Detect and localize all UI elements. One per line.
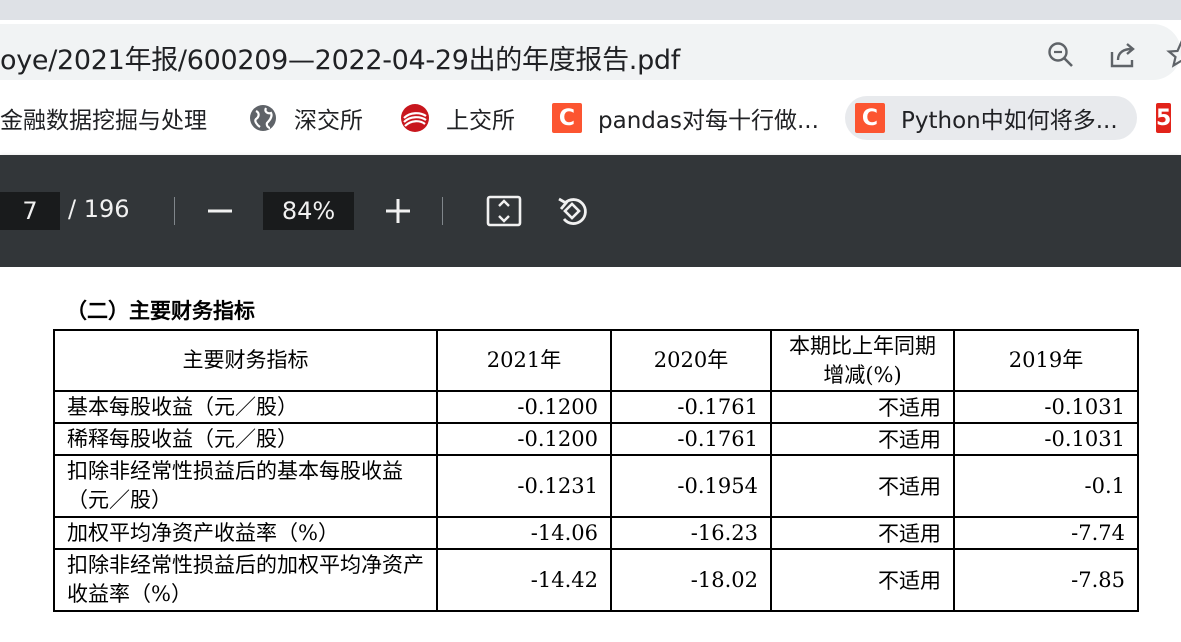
toolbar-divider [442, 197, 443, 225]
cell-2019: -0.1031 [953, 390, 1139, 424]
bookmark-label: 上交所 [446, 108, 515, 134]
financial-indicators-table: 主要财务指标 2021年 2020年 本期比上年同期增减(%) 2019年 基本… [53, 329, 1139, 612]
column-header: 2019年 [953, 329, 1139, 392]
row-label: 加权平均净资产收益率（%） [53, 516, 438, 550]
page-number-input[interactable]: 7 [0, 192, 60, 230]
row-label: 稀释每股收益（元／股） [53, 422, 438, 456]
table-row: 扣除非经常性损益后的基本每股收益（元／股） -0.1231 -0.1954 不适… [53, 454, 1139, 518]
cell-2021: -0.1231 [436, 454, 612, 518]
cell-2020: -0.1761 [610, 422, 772, 456]
sse-logo-icon [400, 103, 430, 133]
section-title: （二）主要财务指标 [66, 298, 255, 323]
cell-2020: -18.02 [610, 548, 772, 612]
bookmark-finance-mining[interactable]: 金融数据挖掘与处理 [0, 96, 207, 140]
cell-change: 不适用 [770, 454, 955, 518]
bookmark-sse[interactable]: 上交所 [400, 96, 515, 140]
table-row: 基本每股收益（元／股） -0.1200 -0.1761 不适用 -0.1031 [53, 390, 1139, 424]
cell-2020: -16.23 [610, 516, 772, 550]
row-label: 扣除非经常性损益后的加权平均净资产收益率（%） [53, 548, 438, 612]
cell-change: 不适用 [770, 516, 955, 550]
cell-change: 不适用 [770, 390, 955, 424]
globe-icon [248, 103, 278, 133]
cell-2020: -0.1761 [610, 390, 772, 424]
zoom-out-icon[interactable] [202, 193, 238, 229]
zoom-level-input[interactable]: 84% [263, 192, 354, 230]
bookmark-pandas[interactable]: C pandas对每十行做... [552, 96, 819, 140]
row-label: 扣除非经常性损益后的基本每股收益（元／股） [53, 454, 438, 518]
column-header: 本期比上年同期增减(%) [770, 329, 955, 392]
cell-change: 不适用 [770, 548, 955, 612]
zoom-in-icon[interactable] [380, 193, 416, 229]
url-text[interactable]: oye/2021年报/600209—2022-04-29出的年度报告.pdf [0, 38, 680, 77]
bookmark-label: 深交所 [294, 108, 363, 134]
csdn-icon: C [552, 103, 582, 133]
51cto-icon: 5 [1156, 103, 1172, 133]
zoom-icon[interactable] [1046, 40, 1076, 70]
cell-2021: -14.42 [436, 548, 612, 612]
row-label: 基本每股收益（元／股） [53, 390, 438, 424]
bookmark-label: 金融数据挖掘与处理 [0, 108, 207, 134]
cell-2019: -7.74 [953, 516, 1139, 550]
fit-page-icon[interactable] [486, 193, 522, 229]
address-bar: oye/2021年报/600209—2022-04-29出的年度报告.pdf [0, 20, 1181, 82]
cell-2021: -0.1200 [436, 390, 612, 424]
tab-strip [0, 0, 1181, 20]
cell-2019: -0.1 [953, 454, 1139, 518]
column-header: 2020年 [610, 329, 772, 392]
cell-change: 不适用 [770, 422, 955, 456]
cell-2021: -14.06 [436, 516, 612, 550]
bookmark-szse[interactable]: 深交所 [248, 96, 363, 140]
bookmark-python[interactable]: C Python中如何将多... [845, 96, 1137, 140]
rotate-icon[interactable] [556, 193, 592, 229]
table-header-row: 主要财务指标 2021年 2020年 本期比上年同期增减(%) 2019年 [53, 329, 1139, 392]
star-icon[interactable] [1166, 40, 1181, 70]
table-row: 稀释每股收益（元／股） -0.1200 -0.1761 不适用 -0.1031 [53, 422, 1139, 456]
pdf-toolbar: 7 / 196 84% [0, 155, 1181, 267]
total-pages: / 196 [68, 195, 130, 223]
column-header: 2021年 [436, 329, 612, 392]
pdf-page: （二）主要财务指标 主要财务指标 2021年 2020年 本期比上年同期增减(%… [0, 267, 1181, 642]
column-header: 主要财务指标 [53, 329, 438, 392]
omnibox[interactable]: oye/2021年报/600209—2022-04-29出的年度报告.pdf [0, 24, 1181, 80]
table-row: 加权平均净资产收益率（%） -14.06 -16.23 不适用 -7.74 [53, 516, 1139, 550]
bookmark-label: Python中如何将多... [901, 108, 1118, 134]
cell-2019: -7.85 [953, 548, 1139, 612]
cell-2020: -0.1954 [610, 454, 772, 518]
bookmark-label: pandas对每十行做... [598, 108, 819, 134]
table-row: 扣除非经常性损益后的加权平均净资产收益率（%） -14.42 -18.02 不适… [53, 548, 1139, 612]
share-icon[interactable] [1108, 40, 1138, 70]
csdn-icon: C [855, 103, 885, 133]
bookmarks-bar: 金融数据挖掘与处理 深交所 上交所 C pandas对每十行做... C Pyt… [0, 82, 1181, 155]
cell-2019: -0.1031 [953, 422, 1139, 456]
cell-2021: -0.1200 [436, 422, 612, 456]
bookmark-51cto[interactable]: 5 [1156, 96, 1181, 140]
toolbar-divider [174, 197, 175, 225]
